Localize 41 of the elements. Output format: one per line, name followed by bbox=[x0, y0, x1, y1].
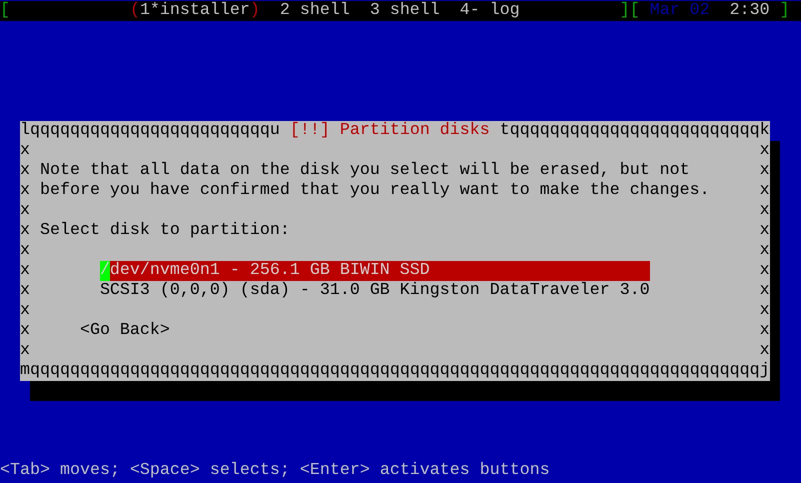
dialog-border: mqqqqqqqqqqqqqqqqqqqqqqqqqqqqqqqqqqqqqqqqqqqqqqqqqqqqqqqqqqqqqqqqqqqqqqqqqj bbox=[20, 361, 770, 381]
dialog-text: Select disk to partition: bbox=[40, 221, 290, 241]
window-tab[interactable]: 3 shell bbox=[370, 1, 440, 21]
dialog-border: tqqqqqqqqqqqqqqqqqqqqqqqqqk bbox=[500, 121, 770, 141]
dialog-border: x bbox=[760, 201, 770, 221]
dialog-title: [!!] Partition disks bbox=[290, 121, 490, 141]
dialog-border: lqqqqqqqqqqqqqqqqqqqqqqqqu bbox=[20, 121, 280, 141]
dialog-border: x bbox=[760, 321, 770, 341]
dialog-border: x bbox=[20, 281, 30, 301]
dialog-border: x bbox=[760, 301, 770, 321]
dialog-border: x bbox=[760, 221, 770, 241]
clock-time: 2:30 bbox=[730, 1, 770, 21]
date: Mar 02 bbox=[650, 1, 710, 21]
window-tab[interactable]: 2 shell bbox=[280, 1, 350, 21]
dialog-border: x bbox=[20, 241, 30, 261]
dialog-border: x bbox=[20, 341, 30, 361]
bracket: [ bbox=[0, 1, 10, 21]
dialog-border: x bbox=[20, 161, 30, 181]
bracket: ] bbox=[780, 1, 790, 21]
dialog-border: x bbox=[20, 261, 30, 281]
window-tab[interactable]: (1*installer) bbox=[130, 1, 260, 21]
dialog-border: x bbox=[760, 341, 770, 361]
dialog-border: x bbox=[20, 221, 30, 241]
dialog-border: x bbox=[760, 161, 770, 181]
dialog-border: x bbox=[20, 301, 30, 321]
window-tab[interactable]: 4- log bbox=[460, 1, 520, 21]
dialog-border: x bbox=[760, 261, 770, 281]
key-hint-text: <Tab> moves; <Space> selects; <Enter> activates buttons bbox=[0, 461, 550, 480]
bracket: ][ bbox=[620, 1, 640, 21]
dialog-border: x bbox=[760, 141, 770, 161]
dialog-border: x bbox=[20, 141, 30, 161]
go-back-button[interactable]: <Go Back> bbox=[80, 321, 170, 341]
dialog-border: x bbox=[760, 281, 770, 301]
dialog-text: Note that all data on the disk you select will be erased, but not bbox=[40, 161, 690, 181]
dialog-border: x bbox=[20, 321, 30, 341]
dialog-border: x bbox=[20, 201, 30, 221]
dialog-text: before you have confirmed that you really want to make the changes. bbox=[40, 181, 710, 201]
disk-option[interactable]: SCSI3 (0,0,0) (sda) - 31.0 GB Kingston DataTraveler 3.0 bbox=[100, 281, 650, 301]
dialog-border: x bbox=[760, 181, 770, 201]
dialog-border: x bbox=[20, 181, 30, 201]
dialog-border: x bbox=[760, 241, 770, 261]
